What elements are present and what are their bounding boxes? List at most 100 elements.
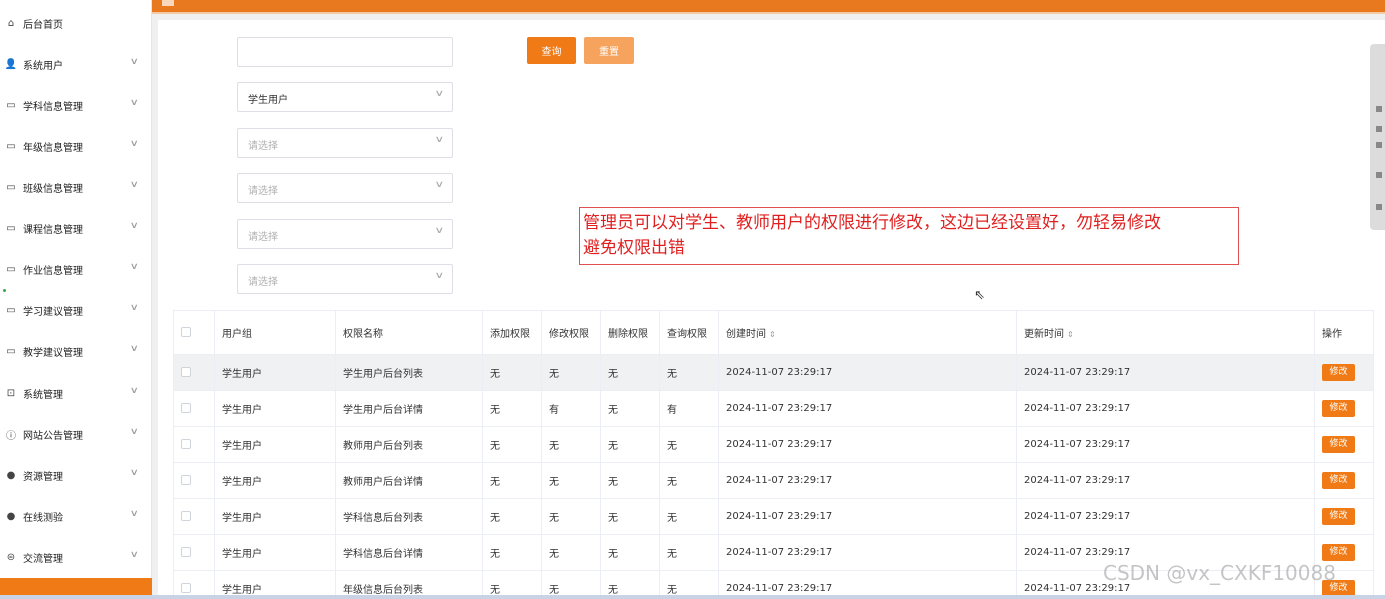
- row-select-cell: [173, 354, 215, 391]
- table-cell: 教师用户后台列表: [335, 426, 483, 463]
- filter-select[interactable]: 请选择 ∨: [237, 264, 453, 294]
- sidebar-item-label: 后台首页: [23, 19, 63, 31]
- admin-note: 管理员可以对学生、教师用户的权限进行修改，这边已经设置好，勿轻易修改 避免权限出…: [579, 207, 1239, 265]
- filter-input[interactable]: [237, 37, 453, 67]
- table-cell: 2024-11-07 23:29:17: [718, 390, 1017, 427]
- right-toolbar[interactable]: [1370, 44, 1385, 230]
- table-cell: 无: [600, 426, 660, 463]
- sidebar-item[interactable]: ▭ 学科信息管理 ∨: [0, 93, 152, 117]
- chevron-down-icon: ∨: [130, 303, 140, 313]
- table-cell: 学科信息后台详情: [335, 534, 483, 571]
- edit-button[interactable]: 修改: [1322, 508, 1355, 525]
- sort-icon[interactable]: ⇕: [769, 330, 776, 339]
- column-header: 用户组: [214, 310, 336, 355]
- sidebar-item[interactable]: ⓘ 网站公告管理 ∨: [0, 422, 152, 446]
- table-row[interactable]: 学生用户 教师用户后台列表无无无无 2024-11-07 23:29:17 2024-…: [173, 426, 1374, 463]
- sort-icon[interactable]: ⇕: [1067, 330, 1074, 339]
- table-cell: 学生用户: [214, 462, 336, 499]
- sidebar-item[interactable]: 👤 系统用户 ∨: [0, 52, 152, 76]
- toolbar-icon[interactable]: [1376, 204, 1382, 210]
- filter-value: 请选择: [248, 232, 278, 243]
- sidebar-item[interactable]: ▭ 学习建议管理 ∨: [0, 298, 152, 322]
- folder-icon: ▭: [6, 222, 16, 234]
- edit-button[interactable]: 修改: [1322, 544, 1355, 561]
- select-all-checkbox[interactable]: [181, 327, 191, 337]
- row-select-cell: [173, 390, 215, 427]
- toolbar-icon[interactable]: [1376, 172, 1382, 178]
- chevron-down-icon: ∨: [130, 468, 140, 478]
- filter-select[interactable]: 请选择 ∨: [237, 128, 453, 158]
- table-cell: 无: [482, 426, 542, 463]
- sidebar-item[interactable]: ▭ 课程信息管理 ∨: [0, 216, 152, 240]
- table-cell: 2024-11-07 23:29:17: [1016, 354, 1315, 391]
- sidebar-item-label: 在线测验: [23, 512, 63, 524]
- toolbar-icon[interactable]: [1376, 106, 1382, 112]
- column-header: 添加权限: [482, 310, 542, 355]
- filter-row: 添加权限请选择∨: [158, 128, 618, 158]
- row-checkbox[interactable]: [181, 403, 191, 413]
- column-header[interactable]: 创建时间 ⇕: [718, 310, 1017, 355]
- info-icon: ⓘ: [6, 430, 16, 442]
- folder-icon: ▭: [6, 99, 16, 111]
- sidebar-item[interactable]: ⊜ 交流管理 ∨: [0, 545, 152, 569]
- row-checkbox[interactable]: [181, 439, 191, 449]
- table-row[interactable]: 学生用户 教师用户后台详情无无无无 2024-11-07 23:29:17 2024-…: [173, 462, 1374, 499]
- location-icon: ●: [6, 469, 16, 481]
- toolbar-icon[interactable]: [1376, 142, 1382, 148]
- home-icon: ⌂: [7, 17, 15, 29]
- sidebar-item[interactable]: ⌂ 后台首页: [0, 11, 152, 35]
- sidebar-item-label: 学科信息管理: [23, 101, 83, 113]
- filter-select[interactable]: 学生用户 ∨: [237, 82, 453, 112]
- chevron-down-icon: ∨: [130, 427, 140, 437]
- table-cell: 2024-11-07 23:29:17: [718, 462, 1017, 499]
- filter-select[interactable]: 请选择 ∨: [237, 219, 453, 249]
- note-line-2: 避免权限出错: [583, 238, 685, 258]
- sidebar-item[interactable]: ▭ 作业信息管理 ∨: [0, 257, 152, 281]
- row-checkbox[interactable]: [181, 511, 191, 521]
- row-checkbox[interactable]: [181, 367, 191, 377]
- column-header-label: 操作: [1322, 329, 1342, 340]
- menu-grid-icon[interactable]: [162, 0, 174, 6]
- table-cell: 学生用户: [214, 354, 336, 391]
- chevron-down-icon: ∨: [434, 89, 445, 99]
- chevron-down-icon: ∨: [130, 509, 140, 519]
- edit-button[interactable]: 修改: [1322, 400, 1355, 417]
- edit-button[interactable]: 修改: [1322, 364, 1355, 381]
- row-checkbox[interactable]: [181, 547, 191, 557]
- toolbar-icon[interactable]: [1376, 126, 1382, 132]
- column-header-label: 添加权限: [490, 329, 530, 340]
- sidebar-item[interactable]: ▭ 班级信息管理 ∨: [0, 175, 152, 199]
- chevron-down-icon: ∨: [434, 135, 445, 145]
- row-checkbox[interactable]: [181, 475, 191, 485]
- sidebar-item[interactable]: ● 资源管理 ∨: [0, 463, 152, 487]
- table-row[interactable]: 学生用户 学科信息后台列表无无无无 2024-11-07 23:29:17 2024-…: [173, 498, 1374, 535]
- row-select-cell: [173, 498, 215, 535]
- table-cell: 无: [541, 462, 601, 499]
- edit-button[interactable]: 修改: [1322, 436, 1355, 453]
- folder-icon: ▭: [6, 345, 16, 357]
- sidebar-item[interactable]: ▭ 年级信息管理 ∨: [0, 134, 152, 158]
- column-header-label: 用户组: [222, 329, 252, 340]
- chevron-down-icon: ∨: [130, 386, 140, 396]
- filter-select[interactable]: 请选择 ∨: [237, 173, 453, 203]
- table-row[interactable]: 学生用户 学生用户后台详情无有无有 2024-11-07 23:29:17 2024-…: [173, 390, 1374, 427]
- mouse-cursor-icon: ⇖: [974, 288, 985, 303]
- column-header[interactable]: 更新时间 ⇕: [1016, 310, 1315, 355]
- table-cell: 无: [541, 426, 601, 463]
- sidebar-item[interactable]: ⊡ 系统管理 ∨: [0, 381, 152, 405]
- row-checkbox[interactable]: [181, 583, 191, 593]
- chevron-down-icon: ∨: [434, 180, 445, 190]
- table-cell: 无: [659, 498, 719, 535]
- column-header: 修改权限: [541, 310, 601, 355]
- actions-cell: 修改: [1314, 354, 1374, 391]
- folder-icon: ▭: [6, 304, 16, 316]
- sidebar-item[interactable]: ▭ 教学建议管理 ∨: [0, 339, 152, 363]
- sidebar-item[interactable]: ● 在线测验 ∨: [0, 504, 152, 528]
- sidebar-item-label: 系统用户: [23, 60, 63, 72]
- table-row[interactable]: 学生用户 学生用户后台列表无无无无 2024-11-07 23:29:17 2024-…: [173, 354, 1374, 391]
- chevron-down-icon: ∨: [130, 139, 140, 149]
- filter-value: 学生用户: [248, 95, 288, 106]
- table-cell: 学科信息后台列表: [335, 498, 483, 535]
- edit-button[interactable]: 修改: [1322, 472, 1355, 489]
- table-cell: 无: [659, 462, 719, 499]
